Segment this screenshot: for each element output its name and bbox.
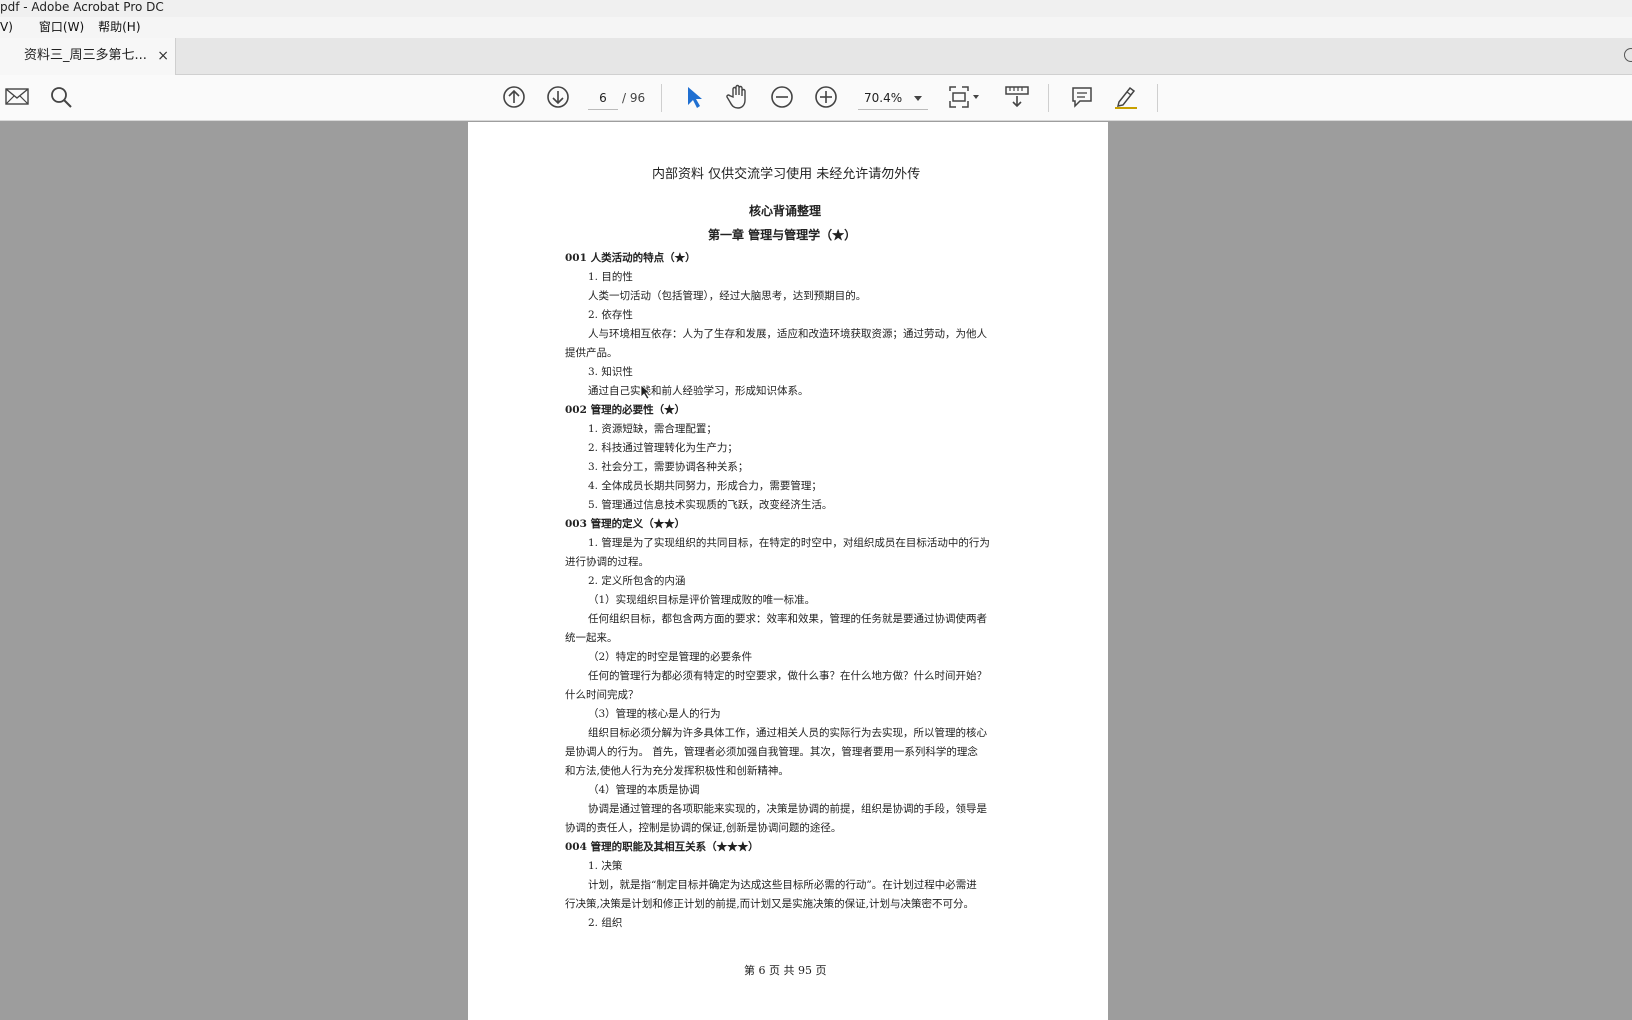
text-line: 1. 管理是为了实现组织的共同目标，在特定的时空中，对组织成员在目标活动中的行为: [588, 537, 990, 549]
comment-icon[interactable]: [1068, 83, 1096, 111]
toolbar: 6 / 96 70.4%: [0, 75, 1632, 121]
next-page-icon[interactable]: [544, 83, 572, 111]
menu-help[interactable]: 帮助(H): [98, 17, 140, 38]
text-line: 什么时间完成？: [565, 689, 639, 701]
text-line: 统一起来。: [565, 632, 618, 644]
pdf-page: 内部资料 仅供交流学习使用 未经允许请勿外传 核心背诵整理 第一章 管理与管理学…: [468, 122, 1108, 1020]
text-line: 4. 全体成员长期共同努力，形成合力，需要管理；: [588, 480, 822, 492]
hand-tool-icon[interactable]: [724, 83, 752, 111]
text-line: 进行协调的过程。: [565, 556, 649, 568]
page-header: 内部资料 仅供交流学习使用 未经允许请勿外传: [652, 167, 921, 182]
toolbar-separator: [1048, 84, 1049, 112]
highlight-pen-icon[interactable]: [1112, 83, 1140, 111]
text-line: 1. 资源短缺，需合理配置；: [588, 423, 717, 435]
zoom-out-icon[interactable]: [768, 83, 796, 111]
text-line: 提供产品。: [565, 347, 618, 359]
text-line: 计划，就是指“制定目标并确定为达成这些目标所必需的行动”。在计划过程中必需进: [588, 879, 977, 891]
text-line: 是协调人的行为。 首先，管理者必须加强自我管理。其次，管理者要用一系列科学的理念: [565, 746, 978, 758]
text-line: 行决策,决策是计划和修正计划的前提,而计划又是实施决策的保证,计划与决策密不可分…: [565, 898, 975, 910]
section-heading: 002 管理的必要性（★）: [565, 404, 686, 416]
menu-bar: V) 窗口(W) 帮助(H): [0, 17, 1632, 38]
mouse-cursor-icon: [640, 384, 652, 404]
text-line: 任何的管理行为都必须有特定的时空要求，做什么事？在什么地方做？什么时间开始？: [588, 670, 987, 682]
page-fit-icon[interactable]: [946, 83, 982, 111]
menu-view[interactable]: V): [0, 17, 13, 38]
text-line: （2）特定的时空是管理的必要条件: [588, 651, 753, 663]
page-total: / 96: [622, 91, 646, 105]
text-line: 2. 依存性: [588, 309, 633, 321]
text-line: 和方法,使他人行为充分发挥积极性和创新精神。: [565, 765, 789, 777]
text-line: 1. 目的性: [588, 271, 633, 283]
zoom-select[interactable]: 70.4%: [858, 86, 928, 110]
tab-bar: 资料三_周三多第七... ×: [0, 38, 1632, 75]
text-line: 2. 定义所包含的内涵: [588, 575, 686, 587]
toolbar-separator: [1157, 84, 1158, 112]
text-line: 3. 社会分工，需要协调各种关系；: [588, 461, 749, 473]
close-tab-icon[interactable]: ×: [157, 38, 169, 74]
chevron-down-icon: [914, 96, 922, 101]
text-line: 2. 组织: [588, 917, 623, 929]
text-line: 协调是通过管理的各项职能来实现的，决策是协调的前提，组织是协调的手段，领导是: [588, 803, 987, 815]
section-heading: 004 管理的职能及其相互关系（★★★）: [565, 841, 759, 853]
text-line: 通过自己实践和前人经验学习，形成知识体系。: [588, 385, 809, 397]
document-viewer[interactable]: 内部资料 仅供交流学习使用 未经允许请勿外传 核心背诵整理 第一章 管理与管理学…: [0, 122, 1632, 1020]
select-tool-icon[interactable]: [680, 83, 708, 111]
account-icon[interactable]: [1624, 48, 1632, 62]
document-tab-label: 资料三_周三多第七...: [24, 48, 147, 63]
text-line: 1. 决策: [588, 860, 623, 872]
toolbar-separator: [661, 84, 662, 112]
text-line: 任何组织目标，都包含两方面的要求：效率和效果，管理的任务就是要通过协调使两者: [588, 613, 987, 625]
search-icon[interactable]: [47, 83, 75, 111]
menu-window[interactable]: 窗口(W): [39, 17, 84, 38]
window-title: pdf - Adobe Acrobat Pro DC: [0, 0, 1632, 17]
zoom-value: 70.4%: [864, 91, 903, 105]
text-line: 3. 知识性: [588, 366, 633, 378]
document-tab[interactable]: 资料三_周三多第七... ×: [0, 38, 176, 75]
text-line: 人与环境相互依存：人为了生存和发展，适应和改造环境获取资源；通过劳动，为他人: [588, 328, 987, 340]
zoom-in-icon[interactable]: [812, 83, 840, 111]
section-heading: 001 人类活动的特点（★）: [565, 252, 696, 264]
text-line: （4）管理的本质是协调: [588, 784, 700, 796]
text-line: 人类一切活动（包括管理），经过大脑思考，达到预期目的。: [588, 290, 867, 302]
text-line: 2. 科技通过管理转化为生产力；: [588, 442, 738, 454]
text-line: 协调的责任人，控制是协调的保证,创新是协调问题的途径。: [565, 822, 842, 834]
text-line: 5. 管理通过信息技术实现质的飞跃，改变经济生活。: [588, 499, 833, 511]
text-line: （1）实现组织目标是评价管理成败的唯一标准。: [588, 594, 816, 606]
text-line: 组织目标必须分解为许多具体工作，通过相关人员的实际行为去实现，所以管理的核心: [588, 727, 987, 739]
text-line: （3）管理的核心是人的行为: [588, 708, 721, 720]
page-number-input[interactable]: 6: [588, 86, 618, 110]
mail-icon[interactable]: [3, 83, 31, 111]
page-footer: 第 6 页 共 95 页: [744, 964, 827, 977]
previous-page-icon[interactable]: [500, 83, 528, 111]
section-heading: 003 管理的定义（★★）: [565, 518, 686, 530]
scroll-mode-icon[interactable]: [1003, 83, 1031, 111]
chapter-title: 第一章 管理与管理学（★）: [708, 228, 857, 242]
document-title: 核心背诵整理: [749, 204, 822, 218]
